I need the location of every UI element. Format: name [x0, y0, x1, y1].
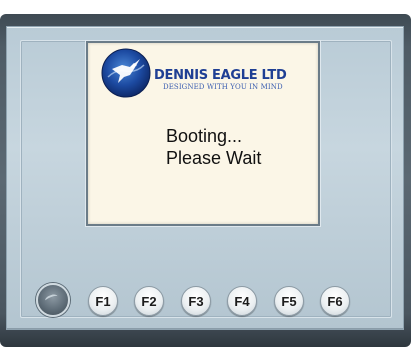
status-line-2: Please Wait	[166, 148, 262, 168]
boot-status: Booting... Please Wait	[166, 125, 261, 169]
brand-tagline: DESIGNED WITH YOU IN MIND	[163, 83, 283, 91]
eagle-globe-logo-icon	[101, 48, 151, 98]
rotary-knob-icon[interactable]	[36, 283, 70, 317]
f3-button[interactable]: F3	[181, 286, 211, 316]
brand-name: DENNIS EAGLE LTD	[154, 68, 287, 83]
f4-button[interactable]: F4	[227, 286, 257, 316]
f1-button[interactable]: F1	[88, 286, 118, 316]
f6-button[interactable]: F6	[320, 286, 350, 316]
brand-logo: DENNIS EAGLE LTD DESIGNED WITH YOU IN MI…	[100, 47, 338, 98]
f2-button[interactable]: F2	[134, 286, 164, 316]
display-screen: DENNIS EAGLE LTD DESIGNED WITH YOU IN MI…	[86, 41, 320, 226]
status-line-1: Booting...	[166, 126, 243, 146]
f5-button[interactable]: F5	[274, 286, 304, 316]
